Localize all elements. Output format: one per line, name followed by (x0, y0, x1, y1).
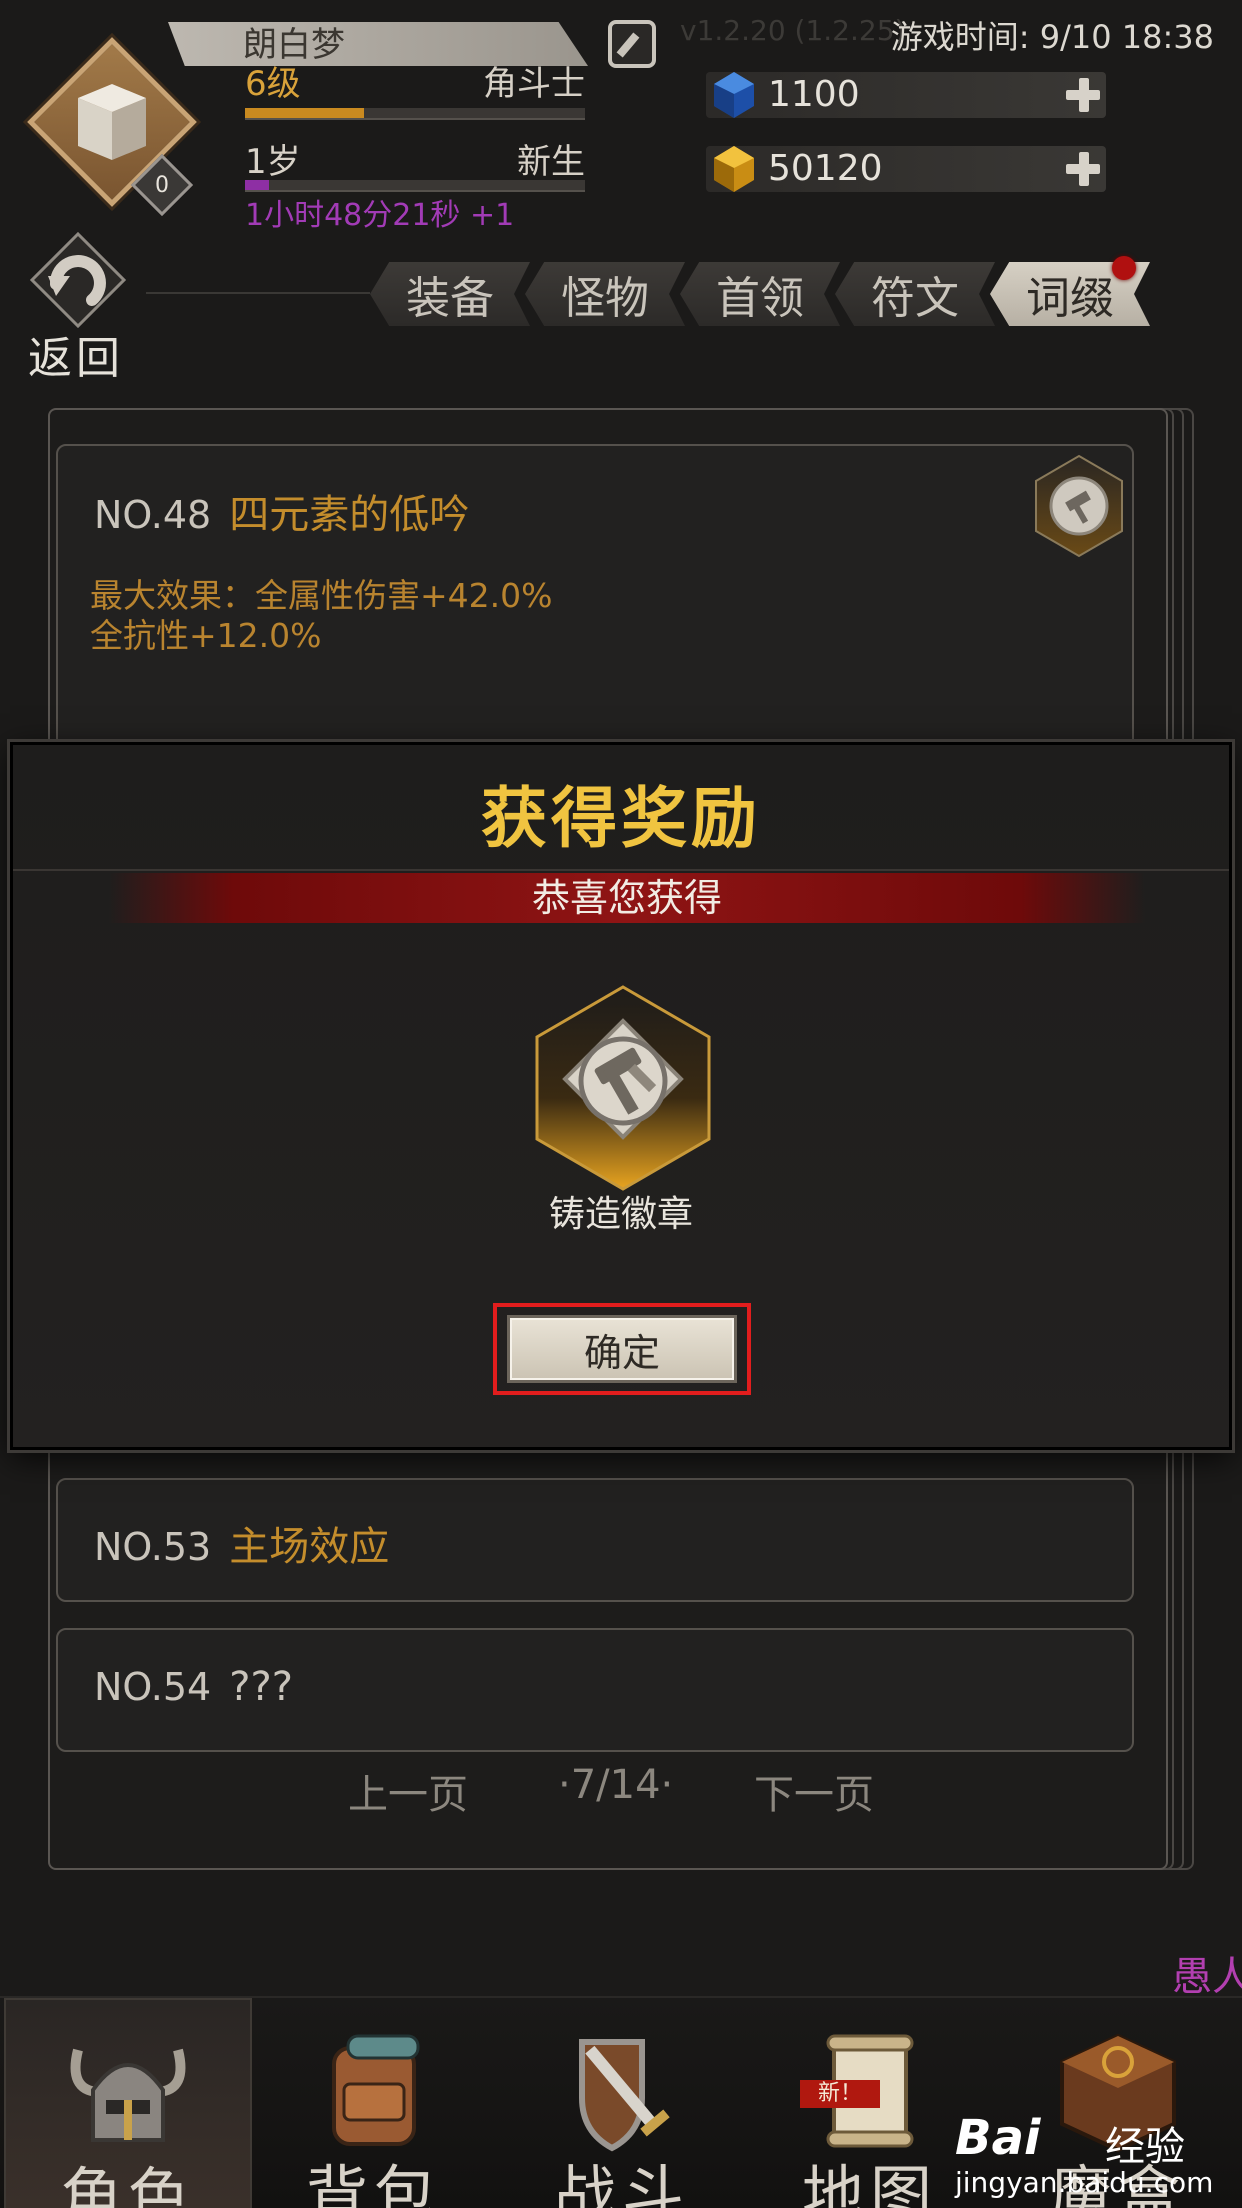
tab-equipment[interactable]: 装备 (370, 262, 530, 326)
nav-label: 背包 (305, 2158, 442, 2208)
age-timer: 1小时48分21秒 +1 (245, 198, 515, 233)
version-text: v1.2.20 (1.2.25) (680, 14, 906, 47)
reward-name: 铸造徽章 (548, 1194, 693, 1235)
viking-helmet-icon (70, 2048, 186, 2142)
add-blue-gem-button[interactable] (1064, 76, 1102, 114)
pager: 上一页 ·7/14· 下一页 (48, 1762, 1168, 1826)
blue-gem-icon (714, 72, 754, 118)
notification-dot (1112, 256, 1136, 280)
nav-label: 战斗 (553, 2158, 690, 2208)
entry-card[interactable]: NO.48 四元素的低吟 最大效果：全属性伤害+42.0% 全抗性+12.0% (56, 444, 1134, 774)
gold-gem-amount: 50120 (768, 148, 883, 189)
dialog-divider (13, 869, 1229, 871)
player-name-plate: 朗白梦 (168, 22, 588, 66)
entry-title: ??? (229, 1664, 293, 1710)
reward-dialog: 获得奖励 恭喜您获得 铸造徽章 确定 (10, 742, 1232, 1450)
resource-blue: 1100 (706, 72, 1106, 118)
tab-bosses[interactable]: 首领 (680, 262, 840, 326)
player-name: 朗白梦 (243, 25, 345, 65)
new-badge: 新！ (800, 2080, 880, 2108)
entry-card[interactable]: NO.53 主场效应 (56, 1478, 1134, 1602)
baidu-watermark: Bai 经验 jingyan.baidu.com (955, 2110, 1214, 2199)
page-indicator: ·7/14· (558, 1762, 674, 1808)
sword-shield-icon (579, 2039, 670, 2152)
edit-name-icon[interactable] (608, 20, 656, 68)
next-page-button[interactable]: 下一页 (754, 1762, 874, 1820)
add-gold-gem-button[interactable] (1064, 150, 1102, 188)
prev-page-button[interactable]: 上一页 (348, 1762, 468, 1820)
tab-divider (146, 292, 370, 294)
nav-backpack[interactable]: 背包 (250, 1998, 498, 2208)
side-event-text[interactable]: 愚人 (1172, 1944, 1242, 2002)
tab-runes[interactable]: 符文 (835, 262, 995, 326)
cube-icon (78, 84, 146, 160)
tab-monsters[interactable]: 怪物 (525, 262, 685, 326)
age-status: 新生 (517, 142, 585, 182)
nav-character[interactable]: 角色 (4, 1998, 252, 2208)
nav-battle[interactable]: 战斗 (498, 1998, 746, 2208)
entry-number: NO.48 (94, 493, 212, 537)
congrats-ribbon: 恭喜您获得 (109, 873, 1145, 923)
age-text: 1岁 (245, 142, 301, 182)
resource-gold: 50120 (706, 146, 1106, 192)
gold-gem-icon (714, 146, 754, 192)
level-text: 6级 (245, 64, 301, 104)
entry-title: 主场效应 (229, 1524, 390, 1570)
forge-badge-icon (1035, 454, 1123, 558)
back-label: 返回 (28, 333, 124, 384)
back-button[interactable]: 返回 (16, 232, 142, 384)
confirm-highlight: 确定 (493, 1303, 751, 1395)
return-arrow-icon (30, 232, 126, 328)
entry-card[interactable]: NO.54??? (56, 1628, 1134, 1752)
level-bar (245, 108, 585, 120)
entry-number: NO.53 (94, 1525, 212, 1569)
forge-badge-icon (535, 985, 711, 1191)
nav-label: 角色 (59, 2160, 196, 2208)
backpack-icon (332, 2034, 420, 2146)
entry-title: 四元素的低吟 (229, 492, 470, 538)
confirm-button[interactable]: 确定 (507, 1315, 737, 1383)
blue-gem-amount: 1100 (768, 74, 860, 115)
dialog-title: 获得奖励 (481, 780, 761, 857)
congrats-text: 恭喜您获得 (531, 876, 722, 920)
game-time: 游戏时间: 9/10 18:38 (890, 18, 1214, 56)
class-text: 角斗士 (483, 64, 585, 104)
entry-number: NO.54 (94, 1665, 212, 1709)
entry-effect: 最大效果：全属性伤害+42.0% 全抗性+12.0% (90, 576, 553, 655)
